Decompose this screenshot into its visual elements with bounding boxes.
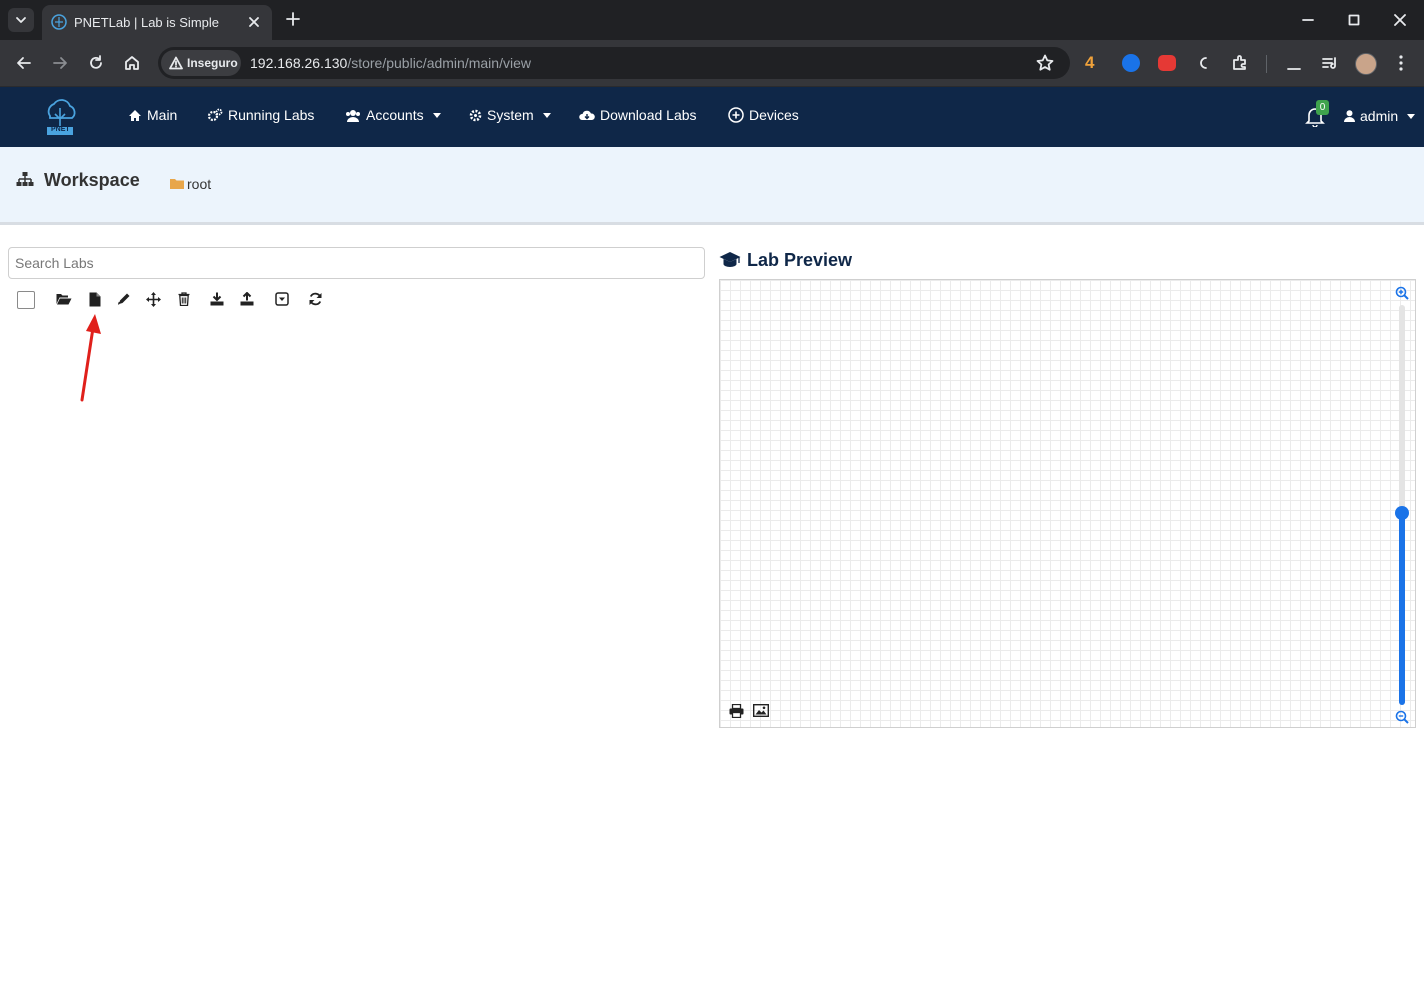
nav-accounts-label: Accounts <box>366 107 424 123</box>
graduation-cap-icon <box>719 252 741 267</box>
user-name: admin <box>1360 108 1399 124</box>
extension-badge[interactable]: 4 <box>1085 53 1094 73</box>
users-icon <box>346 109 360 122</box>
toolbar-divider <box>1266 55 1267 73</box>
folder-icon <box>170 179 184 189</box>
nav-devices-label: Devices <box>749 107 799 123</box>
tab-search-button[interactable] <box>8 8 34 32</box>
refresh-icon[interactable] <box>308 292 323 306</box>
url-host: 192.168.26.130 <box>250 55 348 71</box>
workspace-title: Workspace <box>44 170 140 190</box>
caret-down-icon <box>432 112 441 118</box>
extensions-puzzle-icon[interactable] <box>1230 53 1250 73</box>
chevron-down-icon <box>16 17 26 23</box>
logo-text: PNET <box>51 126 70 133</box>
nav-download-labs-label: Download Labs <box>600 107 697 123</box>
forward-icon[interactable] <box>50 53 70 73</box>
url-text[interactable]: 192.168.26.130/store/public/admin/main/v… <box>250 55 531 71</box>
move-icon[interactable] <box>146 292 161 307</box>
nav-running-labs[interactable]: Running Labs <box>207 107 314 123</box>
maximize-icon[interactable] <box>1346 12 1362 28</box>
zoom-slider-handle[interactable] <box>1395 506 1409 520</box>
back-icon[interactable] <box>14 53 34 73</box>
browser-menu-icon[interactable] <box>1392 53 1410 73</box>
cloud-download-icon <box>579 110 595 120</box>
profile-avatar[interactable] <box>1355 53 1377 75</box>
nav-system[interactable]: System <box>469 107 551 123</box>
plus-circle-icon <box>728 107 744 123</box>
breadcrumb-root[interactable]: root <box>187 176 211 192</box>
pnet-logo[interactable]: PNET <box>40 96 80 138</box>
nav-main-label: Main <box>147 107 178 123</box>
security-chip[interactable]: Inseguro <box>161 50 241 76</box>
workspace-header <box>0 147 1424 225</box>
gear-icon <box>469 109 482 121</box>
extension-c-icon[interactable] <box>1194 53 1214 73</box>
zoom-slider-fill <box>1399 513 1405 705</box>
sitemap-icon <box>16 172 34 186</box>
nav-accounts[interactable]: Accounts <box>345 107 441 123</box>
dropdown-box-icon[interactable] <box>275 292 289 306</box>
notifications-button[interactable]: 0 <box>1304 100 1329 132</box>
select-all-checkbox[interactable] <box>17 291 35 309</box>
nav-devices[interactable]: Devices <box>728 107 799 123</box>
window-close-icon[interactable] <box>1392 12 1408 28</box>
browser-tab[interactable]: PNETLab | Lab is Simple <box>42 5 272 40</box>
pnet-favicon-icon <box>51 14 67 30</box>
lab-preview-title: Lab Preview <box>747 250 853 270</box>
cogs-icon <box>207 108 223 122</box>
extension-red-icon[interactable] <box>1158 55 1176 71</box>
trash-icon[interactable] <box>178 292 190 306</box>
minimize-icon[interactable] <box>1300 12 1316 28</box>
nav-system-label: System <box>487 107 534 123</box>
pencil-icon[interactable] <box>117 292 131 306</box>
open-folder-icon[interactable] <box>56 292 72 306</box>
zoom-out-icon[interactable] <box>1395 710 1409 724</box>
security-label: Inseguro <box>187 56 238 70</box>
warning-icon <box>169 56 183 70</box>
nav-download-labs[interactable]: Download Labs <box>579 107 697 123</box>
new-tab-icon[interactable] <box>284 10 302 28</box>
bookmark-star-icon[interactable] <box>1035 53 1055 73</box>
reload-icon[interactable] <box>86 53 106 73</box>
print-icon[interactable] <box>729 704 744 718</box>
download-icon[interactable] <box>210 292 224 306</box>
caret-down-icon <box>1407 113 1416 119</box>
upload-icon[interactable] <box>240 292 254 306</box>
image-icon[interactable] <box>753 704 769 717</box>
new-lab-file-icon[interactable] <box>89 292 101 307</box>
annotation-arrow <box>80 314 101 402</box>
notification-count-badge: 0 <box>1316 100 1329 115</box>
nav-running-labs-label: Running Labs <box>228 107 315 123</box>
profile-sync-icon[interactable] <box>1284 53 1304 73</box>
user-menu[interactable]: admin <box>1344 108 1416 124</box>
home-icon[interactable] <box>122 53 142 73</box>
search-labs-input[interactable] <box>8 247 705 279</box>
caret-down-icon <box>542 112 551 118</box>
home-icon <box>129 109 141 121</box>
media-control-icon[interactable] <box>1320 53 1340 73</box>
extension-blue-icon[interactable] <box>1122 54 1140 72</box>
user-icon <box>1344 110 1355 122</box>
tab-title: PNETLab | Lab is Simple <box>74 15 219 30</box>
lab-preview-canvas[interactable] <box>719 279 1416 728</box>
url-path: /store/public/admin/main/view <box>347 55 531 71</box>
close-tab-icon[interactable] <box>244 12 264 32</box>
nav-main[interactable]: Main <box>128 107 177 123</box>
zoom-in-icon[interactable] <box>1395 286 1409 300</box>
